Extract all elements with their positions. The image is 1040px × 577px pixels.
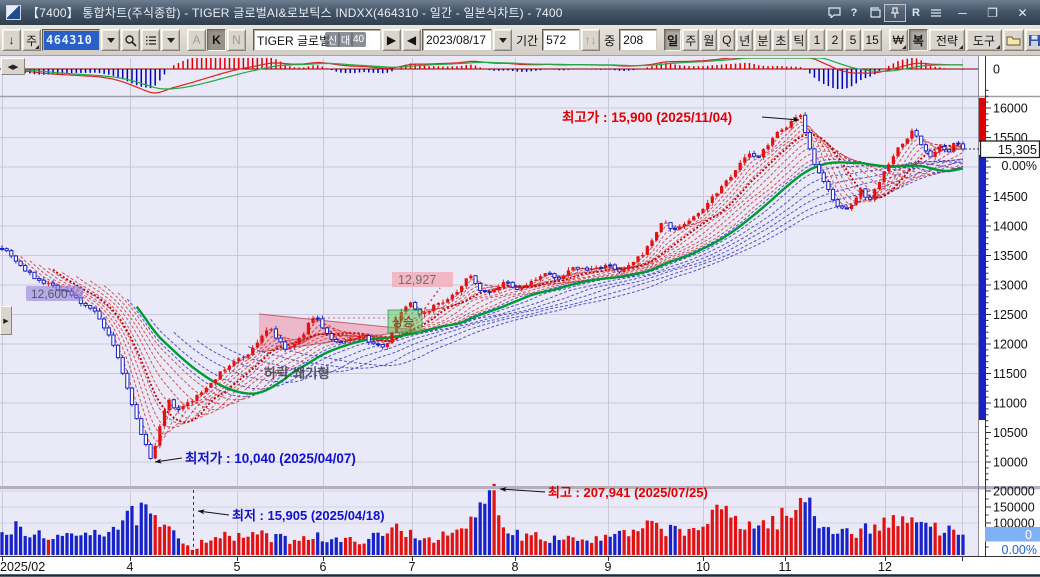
svg-text:15,305: 15,305 — [998, 142, 1037, 157]
svg-text:200000: 200000 — [993, 485, 1035, 499]
r-screen-icon[interactable]: R — [906, 5, 926, 21]
strategy-button[interactable]: 전략 — [929, 29, 965, 51]
timeframe-button-일[interactable]: 일 — [664, 29, 681, 51]
menu-list-icon[interactable] — [926, 5, 946, 21]
mode-a-button[interactable]: A — [187, 29, 206, 51]
open-folder-icon[interactable] — [1003, 29, 1024, 51]
stock-code-dropdown[interactable] — [101, 29, 120, 51]
feedback-icon[interactable] — [824, 5, 844, 21]
svg-text:0.00%: 0.00% — [1002, 543, 1037, 557]
timeframe-button-15[interactable]: 15 — [862, 29, 881, 51]
stock-code-input[interactable]: 464310 — [42, 29, 100, 51]
date-select[interactable]: 2023/08/17 — [422, 29, 492, 51]
won-button[interactable]: ₩ — [889, 29, 908, 51]
stock-badge: 40 — [351, 32, 366, 47]
count-label: 중 — [601, 32, 618, 49]
mode-n-button[interactable]: N — [227, 29, 246, 51]
svg-text:4: 4 — [127, 560, 134, 574]
svg-text:0: 0 — [1025, 528, 1032, 542]
svg-text:6: 6 — [320, 560, 327, 574]
close-button[interactable]: ✕ — [1009, 4, 1036, 22]
svg-text:하락 쐐기형: 하락 쐐기형 — [264, 365, 330, 381]
stock-name-text: TIGER 글로벌 — [257, 32, 330, 49]
save-icon[interactable] — [1025, 29, 1040, 51]
spin-icon[interactable]: ↑↓ — [581, 29, 600, 51]
timeframe-button-주[interactable]: 주 — [682, 29, 699, 51]
svg-text:최저가 : 10,040 (2025/04/07): 최저가 : 10,040 (2025/04/07) — [185, 451, 356, 466]
svg-text:150000: 150000 — [993, 501, 1035, 515]
timeframe-button-년[interactable]: 년 — [736, 29, 753, 51]
svg-text:최고 : 207,941 (2025/07/25): 최고 : 207,941 (2025/07/25) — [548, 485, 708, 500]
timeframe-buttons: 일주월Q년분초틱12515 — [664, 29, 882, 51]
svg-text:16000: 16000 — [993, 102, 1028, 116]
restore-button[interactable]: 복 — [909, 29, 928, 51]
date-dropdown[interactable] — [493, 29, 512, 51]
svg-text:12,600: 12,600 — [31, 287, 68, 301]
chart-svg: 1600015500145001400013500130001250012000… — [0, 56, 1040, 577]
left-expand-button[interactable]: ▶ — [0, 306, 12, 335]
svg-text:9: 9 — [605, 560, 612, 574]
timeframe-button-초[interactable]: 초 — [772, 29, 789, 51]
svg-text:14000: 14000 — [993, 220, 1028, 234]
tools-button[interactable]: 도구 — [966, 29, 1002, 51]
timeframe-button-월[interactable]: 월 — [700, 29, 717, 51]
timeframe-button-1[interactable]: 1 — [808, 29, 825, 51]
period-label: 기간 — [513, 32, 541, 49]
chart-area[interactable]: 1600015500145001400013500130001250012000… — [0, 56, 1040, 577]
timeframe-button-분[interactable]: 분 — [754, 29, 771, 51]
titlebar-buttons: ? R ─ ❐ ✕ — [824, 0, 1040, 25]
stock-badges: 신대40 — [327, 32, 366, 47]
svg-text:8: 8 — [512, 560, 519, 574]
pane-nav-button[interactable]: ◀▶ — [1, 58, 25, 75]
timeframe-button-틱[interactable]: 틱 — [790, 29, 807, 51]
svg-text:11500: 11500 — [993, 367, 1027, 381]
stock-type-button[interactable]: 주 — [22, 29, 41, 51]
stock-list-dropdown[interactable] — [161, 29, 180, 51]
clone-window-icon[interactable] — [864, 5, 884, 21]
step-back-button[interactable]: ◀ — [402, 29, 421, 51]
svg-text:최저 : 15,905 (2025/04/18): 최저 : 15,905 (2025/04/18) — [232, 508, 385, 523]
svg-text:10000: 10000 — [993, 456, 1028, 470]
svg-text:10: 10 — [696, 560, 710, 574]
svg-text:12,927: 12,927 — [398, 273, 436, 287]
toolbar: ↓ 주 464310 A K N TIGER 글로벌 신대40 ▶ ◀ 2023… — [0, 25, 1040, 56]
title-bar: 【7400】 통합차트(주식종합) - TIGER 글로벌AI&로보틱스 IND… — [0, 0, 1040, 25]
svg-text:11: 11 — [779, 560, 792, 574]
help-icon[interactable]: ? — [844, 5, 864, 21]
period-input[interactable]: 572 — [542, 29, 580, 51]
svg-text:5: 5 — [234, 560, 241, 574]
svg-text:13500: 13500 — [993, 249, 1028, 263]
play-button[interactable]: ▶ — [382, 29, 401, 51]
svg-text:0: 0 — [993, 63, 1000, 77]
pin-icon[interactable] — [884, 4, 906, 22]
app-icon — [6, 5, 21, 20]
svg-text:13000: 13000 — [993, 279, 1028, 293]
svg-text:최고가 : 15,900 (2025/11/04): 최고가 : 15,900 (2025/11/04) — [562, 110, 732, 125]
svg-text:7: 7 — [409, 560, 416, 574]
count-input[interactable]: 208 — [619, 29, 657, 51]
stock-name-field[interactable]: TIGER 글로벌 신대40 — [253, 29, 381, 51]
minimize-button[interactable]: ─ — [949, 4, 976, 22]
mode-k-button[interactable]: K — [207, 29, 226, 51]
svg-text:0.00%: 0.00% — [1002, 159, 1037, 173]
window-title: 【7400】 통합차트(주식종합) - TIGER 글로벌AI&로보틱스 IND… — [27, 4, 563, 21]
timeframe-button-2[interactable]: 2 — [826, 29, 843, 51]
svg-text:11000: 11000 — [993, 397, 1027, 411]
svg-text:12: 12 — [878, 560, 892, 574]
svg-text:12500: 12500 — [993, 308, 1028, 322]
scroll-down-button[interactable]: ↓ — [2, 29, 21, 51]
timeframe-button-Q[interactable]: Q — [718, 29, 735, 51]
search-icon[interactable] — [121, 29, 140, 51]
svg-text:10500: 10500 — [993, 426, 1028, 440]
svg-text:14500: 14500 — [993, 190, 1028, 204]
stock-list-icon[interactable] — [141, 29, 160, 51]
svg-text:12000: 12000 — [993, 338, 1028, 352]
svg-text:2025/02: 2025/02 — [0, 560, 45, 574]
timeframe-button-5[interactable]: 5 — [844, 29, 861, 51]
svg-text:상승: 상승 — [392, 314, 414, 329]
maximize-button[interactable]: ❐ — [979, 4, 1006, 22]
